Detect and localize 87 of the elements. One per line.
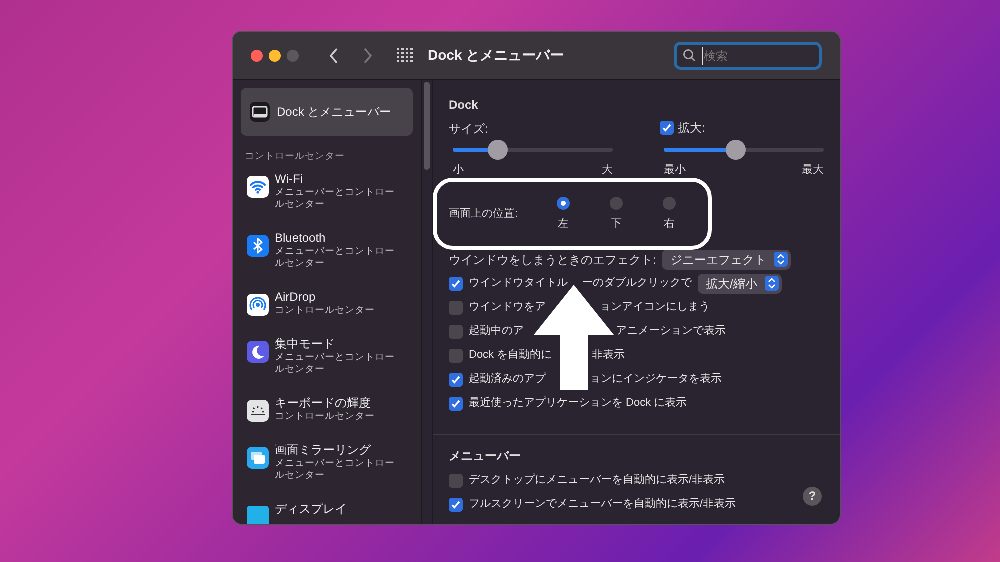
window-title: Dock とメニューバー	[428, 46, 564, 65]
stepper-icon	[765, 276, 780, 291]
option-label: デスクトップにメニューバーを自動的に表示/非表示	[469, 472, 726, 488]
screens-icon	[247, 447, 269, 470]
item-subtitle: コントロールセンター	[275, 411, 376, 424]
item-title: ディスプレイ	[275, 502, 347, 518]
section-header: コントロールセンター	[244, 150, 346, 164]
radio-button[interactable]	[557, 196, 570, 210]
checkbox[interactable]	[660, 121, 674, 135]
sidebar-item[interactable]: Bluetooth メニューバーとコントロールセンター	[241, 231, 413, 270]
close-button[interactable]	[251, 50, 263, 62]
option-label: ョンアイコンにしまう	[600, 300, 710, 316]
max-label: 大	[602, 163, 613, 178]
slider-thumb[interactable]	[726, 140, 746, 160]
section-heading: メニューバー	[449, 448, 522, 464]
double-click-popup[interactable]: 拡大/縮小	[698, 274, 782, 294]
option-label: ーのダブルクリックで	[582, 276, 692, 292]
checkbox[interactable]	[449, 498, 463, 512]
grid-icon[interactable]	[397, 48, 414, 63]
sidebar-item[interactable]: ディスプレイ	[241, 502, 413, 524]
bluetooth-icon	[247, 235, 269, 258]
scrollbar-thumb[interactable]	[424, 82, 430, 170]
option-label: Dock を自動的に	[469, 348, 552, 364]
option-label: アニメーションで表示	[616, 324, 726, 340]
radio-button[interactable]	[610, 196, 623, 210]
max-label: 最大	[802, 163, 824, 178]
sidebar-item[interactable]: 画面ミラーリング メニューバーとコントロールセンター	[241, 443, 413, 482]
position-label: 画面上の位置:	[449, 207, 520, 222]
item-title: 画面ミラーリング	[275, 443, 372, 458]
radio-button[interactable]	[663, 196, 676, 210]
effect-popup[interactable]: ジニーエフェクト	[662, 250, 792, 270]
sidebar-item[interactable]: キーボードの輝度 コントロールセンター	[241, 396, 413, 424]
option-label: ウインドウをア	[469, 300, 546, 316]
sidebar-item[interactable]: AirDrop コントロールセンター	[241, 290, 413, 318]
sidebar-item[interactable]: 集中モード メニューバーとコントロールセンター	[241, 337, 413, 376]
size-slider[interactable]	[453, 140, 613, 160]
magnification-slider[interactable]	[664, 140, 824, 160]
option-label: ウインドウタイトル	[469, 276, 568, 292]
sidebar-item[interactable]: Dock とメニューバー	[241, 88, 413, 136]
minimize-button[interactable]	[269, 50, 281, 62]
section-heading: Dock	[449, 97, 480, 114]
radio-label: 右	[664, 216, 675, 232]
checkbox[interactable]	[449, 348, 463, 362]
option-label: フルスクリーンでメニューバーを自動的に表示/非表示	[469, 497, 736, 512]
checkbox[interactable]	[449, 324, 463, 338]
stepper-icon	[774, 252, 788, 267]
back-icon[interactable]	[329, 48, 339, 64]
min-label: 小	[453, 163, 464, 178]
item-subtitle: コントロールセンター	[275, 305, 376, 318]
forward-icon[interactable]	[363, 48, 373, 64]
radio-label: 左	[558, 216, 569, 232]
checkbox[interactable]	[449, 474, 463, 488]
item-subtitle: メニューバーとコントロールセンター	[275, 352, 396, 376]
moon-icon	[247, 341, 269, 364]
display-icon	[247, 506, 269, 524]
option-label: 非表示	[592, 348, 626, 364]
option-label: 最近使ったアプリケーションを Dock に表示	[469, 396, 688, 412]
option-label: ョンにインジケータを表示	[590, 372, 722, 388]
search-field[interactable]: 検索	[674, 42, 822, 70]
item-subtitle: メニューバーとコントロールセンター	[275, 458, 396, 482]
size-label: サイズ:	[449, 121, 490, 136]
item-subtitle: メニューバーとコントロールセンター	[275, 187, 396, 212]
checkbox[interactable]	[449, 372, 463, 386]
checkbox[interactable]	[449, 396, 463, 410]
dock-icon	[249, 101, 271, 123]
option-label: 起動済みのアプ	[469, 372, 546, 388]
item-title: AirDrop	[275, 290, 317, 306]
item-subtitle: メニューバーとコントロールセンター	[275, 246, 396, 270]
item-title: キーボードの輝度	[275, 396, 372, 412]
sidebar-item[interactable]: Wi-Fi メニューバーとコントロールセンター	[241, 172, 413, 212]
wifi-icon	[247, 176, 269, 198]
checkbox[interactable]	[449, 276, 463, 290]
slider-thumb[interactable]	[488, 140, 508, 160]
item-title: Wi-Fi	[275, 172, 304, 188]
search-input[interactable]: 検索	[702, 46, 802, 64]
effect-label: ウインドウをしまうときのエフェクト:	[449, 252, 656, 268]
item-title: 集中モード	[275, 337, 336, 352]
radio-label: 下	[611, 216, 622, 232]
help-button[interactable]: ?	[803, 486, 822, 506]
search-icon	[683, 49, 696, 62]
item-title: Bluetooth	[275, 231, 327, 246]
min-label: 最小	[664, 163, 686, 178]
option-label: 起動中のア	[469, 324, 524, 340]
airdrop-icon	[247, 294, 269, 316]
checkbox[interactable]	[449, 300, 463, 314]
magnification-label: 拡大:	[678, 120, 706, 137]
keyboard-brightness-icon	[247, 400, 269, 422]
